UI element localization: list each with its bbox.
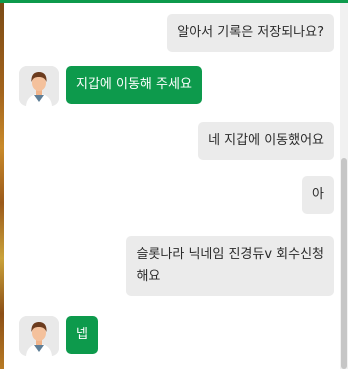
message-text-line: 해요 [136, 269, 161, 284]
message-text-line: 슬롯나라 닉네임 진경듀v 회수신청 [136, 247, 324, 262]
chat-bubble-user: 슬롯나라 닉네임 진경듀v 회수신청 해요 [126, 236, 334, 296]
message-text: 아 [312, 187, 324, 202]
chat-bubble-agent: 넵 [66, 316, 98, 354]
user-avatar-icon [19, 316, 59, 356]
message-text: 네 지갑에 이동했어요 [208, 133, 324, 148]
chat-bubble-user: 아 [302, 176, 334, 214]
chat-bubble-user: 알아서 기록은 저장되나요? [167, 14, 334, 52]
chat-bubble-user: 네 지갑에 이동했어요 [198, 122, 334, 160]
top-accent-bar [0, 0, 348, 3]
background-edge-strip [0, 0, 4, 369]
message-text: 지갑에 이동해 주세요 [76, 77, 192, 92]
chat-bubble-agent: 지갑에 이동해 주세요 [66, 66, 202, 104]
scrollbar-thumb[interactable] [341, 158, 347, 369]
user-avatar-icon [19, 66, 59, 106]
message-text: 넵 [76, 327, 88, 342]
message-text: 알아서 기록은 저장되나요? [177, 25, 324, 40]
